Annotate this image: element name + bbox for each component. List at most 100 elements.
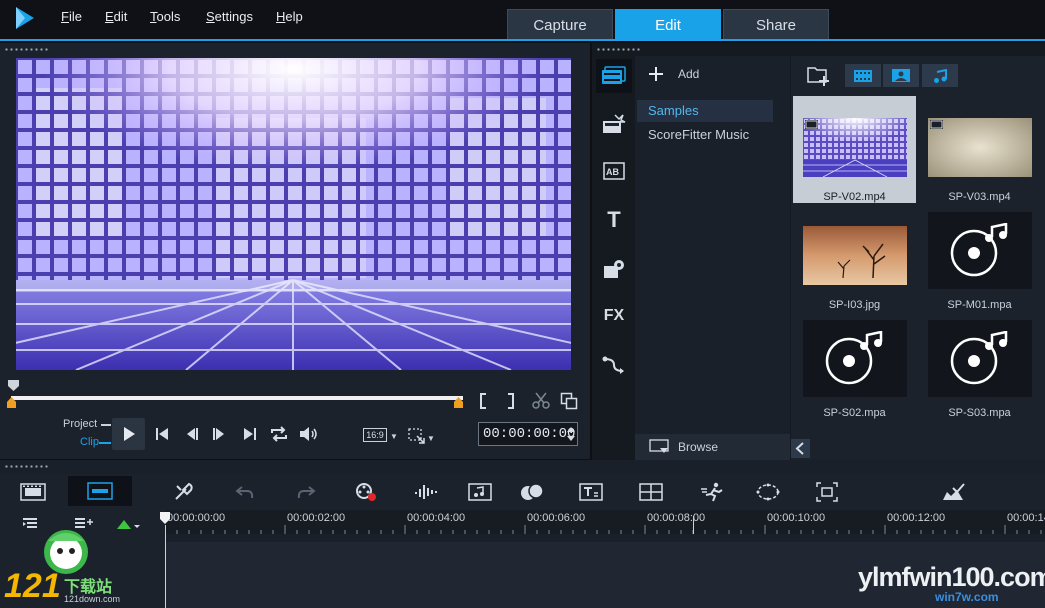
volume-icon[interactable]	[298, 425, 320, 443]
home-icon[interactable]	[154, 426, 170, 442]
auto-music-button[interactable]	[467, 478, 493, 506]
menu-edit[interactable]: Edit	[105, 9, 127, 24]
scissors-icon[interactable]	[531, 392, 551, 410]
thumb-paper-video-image	[928, 118, 1032, 177]
chevron-left-icon	[795, 442, 804, 455]
redo-button[interactable]	[294, 478, 318, 506]
timeline-playhead-icon[interactable]	[159, 511, 171, 525]
ruler-label: 00:00:04:00	[407, 512, 466, 524]
playhead-marker-icon[interactable]	[8, 380, 19, 391]
audio-disc-icon	[950, 330, 1008, 384]
video-type-badge-icon	[930, 120, 943, 129]
end-icon[interactable]	[242, 426, 258, 442]
film-music-icon	[468, 483, 492, 501]
instant-project-icon	[603, 114, 626, 133]
motion-tracking-button[interactable]	[519, 478, 545, 506]
collapse-panel-button[interactable]	[791, 439, 810, 458]
audio-thumbnail	[928, 212, 1032, 289]
tab-edit[interactable]: Edit	[615, 9, 721, 40]
menu-help[interactable]: Help	[276, 9, 303, 24]
filter-audio-button[interactable]	[922, 64, 958, 87]
record-capture-button[interactable]	[354, 478, 378, 506]
undo-button[interactable]	[233, 478, 257, 506]
media-thumb-sp-i03[interactable]: SP-I03.jpg	[793, 204, 916, 311]
tab-capture[interactable]: Capture	[507, 9, 613, 40]
project-mode-label[interactable]: Project	[63, 418, 97, 430]
audio-disc-icon	[950, 222, 1008, 276]
watermark-win7w: win7w.com	[935, 590, 999, 604]
filter-video-button[interactable]	[845, 64, 881, 87]
import-media-folder-icon[interactable]	[806, 64, 832, 86]
sound-mixer-button[interactable]	[413, 478, 439, 506]
fit-project-button[interactable]	[940, 478, 966, 506]
media-thumb-sp-s02[interactable]: SP-S02.mpa	[793, 312, 916, 419]
path-tool[interactable]	[596, 348, 632, 382]
mark-out-icon[interactable]	[505, 392, 517, 410]
graphic-tool[interactable]	[596, 252, 632, 286]
library-side-toolbar: AB T FX	[594, 56, 634, 460]
timeline-panel-grip[interactable]	[4, 465, 48, 468]
menu-file[interactable]: File	[61, 9, 82, 24]
browse-label: Browse	[678, 440, 719, 454]
aspect-dropdown-icon[interactable]: ▼	[390, 432, 398, 441]
previous-frame-icon[interactable]	[184, 426, 200, 442]
clip-dash	[99, 442, 111, 444]
menu-tools[interactable]: Tools	[150, 9, 180, 24]
media-library-icon	[602, 66, 626, 84]
repeat-icon[interactable]	[269, 425, 289, 443]
ruler-label: 00:00:10:00	[767, 512, 826, 524]
ruler-label: 00:00:02:00	[287, 512, 346, 524]
instant-project-tool[interactable]	[596, 107, 632, 141]
mask-creator-button[interactable]	[755, 478, 781, 506]
tools-button[interactable]	[172, 478, 196, 506]
add-folder-plus-icon[interactable]	[649, 67, 663, 81]
folder-scorefitter-music[interactable]: ScoreFitter Music	[637, 124, 773, 146]
storyboard-view-button[interactable]	[18, 478, 48, 506]
library-panel-grip[interactable]	[596, 48, 640, 51]
watermark-ylmfwin: ylmfwin100.com	[858, 562, 1045, 592]
multi-camera-button[interactable]	[638, 478, 664, 506]
next-frame-icon[interactable]	[211, 426, 227, 442]
ruler-label: 00:00:00:00	[167, 512, 226, 524]
undo-icon	[235, 486, 254, 499]
media-name: SP-V02.mp4	[823, 191, 886, 203]
player-panel-grip[interactable]	[4, 48, 48, 51]
mark-in-icon[interactable]	[477, 392, 489, 410]
time-remapping-button[interactable]	[700, 478, 726, 506]
resize-crop-icon[interactable]	[407, 427, 427, 445]
preview-window	[16, 58, 571, 370]
filter-tool[interactable]: FX	[596, 299, 632, 333]
menu-settings[interactable]: Settings	[206, 9, 253, 24]
copy-icon[interactable]	[560, 392, 578, 410]
media-name: SP-M01.mpa	[947, 299, 1012, 311]
audio-disc-icon	[825, 330, 883, 384]
mark-out-handle-icon[interactable]	[454, 397, 463, 408]
scrub-bar[interactable]	[11, 396, 463, 400]
title-tool[interactable]: T	[596, 203, 632, 237]
tab-underline	[0, 39, 1045, 41]
subtitle-editor-button[interactable]	[578, 478, 604, 506]
media-thumb-sp-v02[interactable]: SP-V02.mp4	[793, 96, 916, 203]
timeline-view-button[interactable]	[68, 476, 132, 506]
filter-photo-button[interactable]	[883, 64, 919, 87]
add-folder-label[interactable]: Add	[678, 67, 699, 81]
edit-check-icon	[943, 483, 965, 500]
media-thumb-sp-s03[interactable]: SP-S03.mpa	[918, 312, 1041, 419]
clip-mode-label[interactable]: Clip	[80, 436, 99, 448]
media-thumb-sp-v03[interactable]: SP-V03.mp4	[918, 96, 1041, 203]
timeline-view-icon	[87, 482, 113, 500]
media-library-tool[interactable]	[596, 59, 632, 93]
transition-tool[interactable]: AB	[596, 154, 632, 188]
media-thumb-sp-m01[interactable]: SP-M01.mpa	[918, 204, 1041, 311]
play-button[interactable]	[112, 418, 145, 450]
folder-samples[interactable]: Samples	[637, 100, 773, 122]
timecode-field[interactable]: 00:00:00:00	[478, 422, 578, 446]
browse-button[interactable]: Browse	[635, 434, 790, 460]
tab-share[interactable]: Share	[723, 9, 829, 40]
pan-zoom-button[interactable]	[814, 478, 840, 506]
aspect-ratio-button[interactable]: 16:9	[363, 428, 387, 442]
resize-dropdown-icon[interactable]: ▼	[427, 434, 435, 443]
timecode-stepper-icon[interactable]	[565, 423, 577, 445]
mark-in-handle-icon[interactable]	[7, 397, 16, 408]
ruler-label: 00:00:08:00	[647, 512, 706, 524]
